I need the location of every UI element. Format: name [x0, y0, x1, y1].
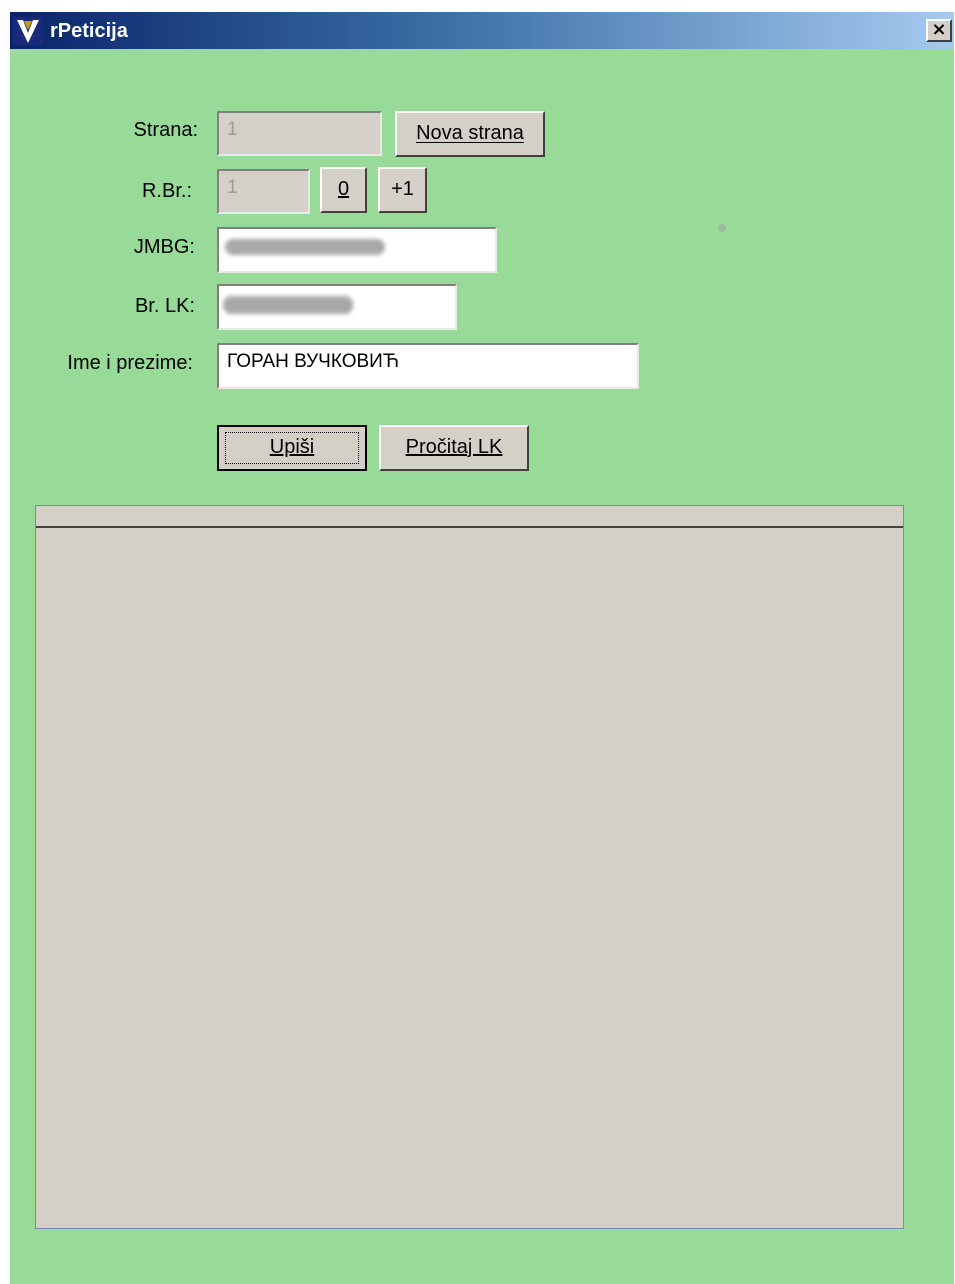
- ime-label: Ime i prezime:: [67, 352, 193, 374]
- increment-label: +1: [391, 178, 414, 200]
- close-button[interactable]: ×: [926, 19, 952, 42]
- increment-button[interactable]: +1: [378, 167, 427, 213]
- rbr-label: R.Br.:: [141, 180, 192, 202]
- close-icon: ×: [931, 19, 947, 40]
- brlk-label: Br. LK:: [134, 295, 195, 317]
- nova-strana-label: Nova strana: [416, 122, 524, 144]
- stray-dot: [718, 224, 726, 232]
- records-list[interactable]: [35, 505, 904, 1229]
- rbr-field: 1: [217, 169, 310, 214]
- strana-field: 1: [217, 111, 382, 156]
- nova-strana-button[interactable]: Nova strana: [395, 111, 545, 157]
- upisi-button[interactable]: Upiši: [217, 425, 367, 471]
- jmbg-input[interactable]: [217, 227, 497, 273]
- ime-prezime-input[interactable]: ГОРАН ВУЧКОВИЋ: [217, 343, 639, 389]
- upisi-label: Upiši: [269, 436, 315, 458]
- window-title: rPeticija: [50, 20, 128, 42]
- jmbg-label: JMBG:: [133, 236, 195, 258]
- list-header[interactable]: [36, 506, 903, 528]
- procitaj-lk-label: Pročitaj LK: [405, 436, 503, 458]
- title-bar[interactable]: rPeticija ×: [10, 12, 954, 49]
- brlk-redaction: [223, 296, 353, 314]
- app-logo-icon: [13, 17, 43, 45]
- brlk-input[interactable]: [217, 284, 457, 330]
- reset-zero-button[interactable]: 0: [320, 167, 367, 213]
- strana-label: Strana:: [133, 119, 198, 141]
- reset-zero-label: 0: [337, 178, 350, 200]
- app-window: rPeticija × Strana: 1 Nova strana R.Br.:…: [10, 12, 954, 1284]
- jmbg-redaction: [225, 239, 385, 255]
- procitaj-lk-button[interactable]: Pročitaj LK: [379, 425, 529, 471]
